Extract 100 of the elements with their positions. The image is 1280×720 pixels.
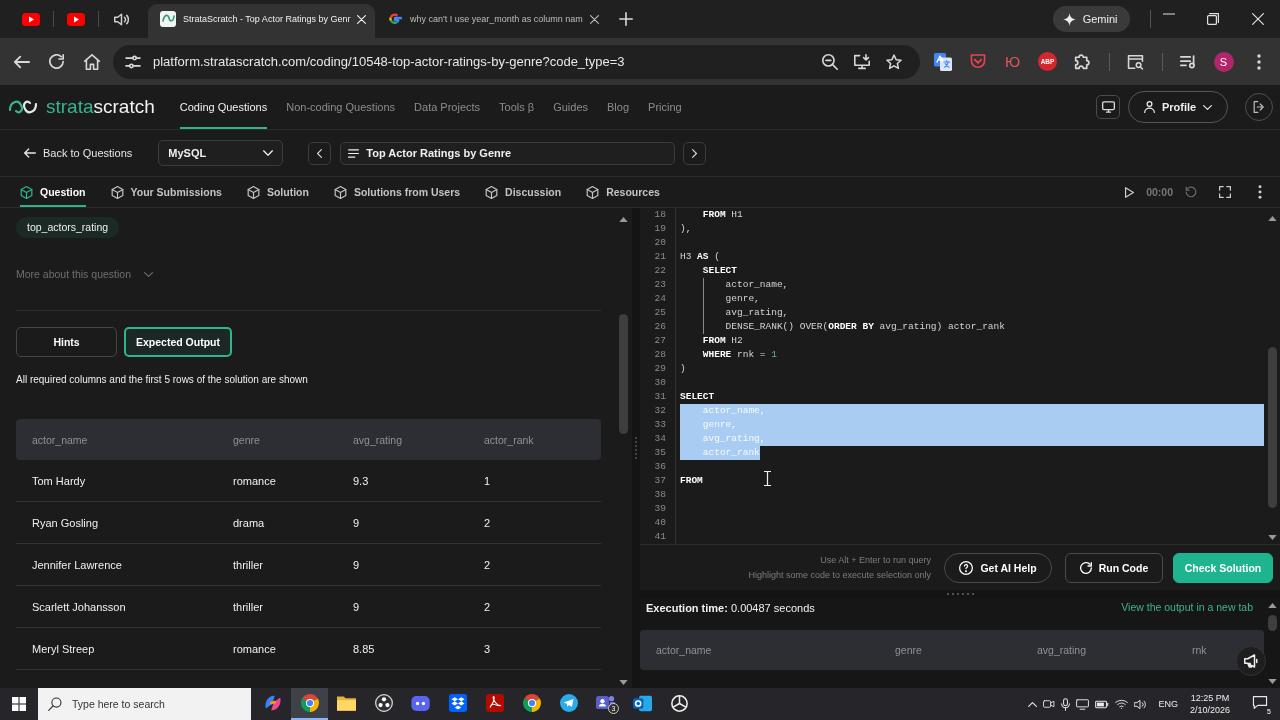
circle-spokes-icon[interactable] [671,694,688,712]
puzzle-icon[interactable] [1074,53,1091,70]
minimize-icon[interactable] [1162,13,1175,15]
code-line[interactable]: WHERE rnk = 1 [680,348,1264,362]
next-button[interactable] [683,141,707,165]
mail-icon[interactable] [633,694,652,712]
clock-time[interactable]: 12:25 PM [1190,692,1230,704]
more-about-toggle[interactable]: More about this question [16,266,153,282]
speaker-icon[interactable] [113,12,129,26]
code-line[interactable]: avg_rating, [680,306,1264,320]
more-icon[interactable] [1256,53,1261,70]
microphone-icon[interactable] [1061,697,1071,711]
code-line[interactable]: ) [680,362,1264,376]
home-icon[interactable] [83,53,100,70]
drag-handle-icon[interactable] [946,593,974,595]
diamond-box-icon[interactable] [448,694,467,712]
tab-search-icon[interactable] [1127,53,1144,70]
table-tag[interactable]: top_actors_rating [16,217,120,238]
scroll-down-icon[interactable] [618,680,628,685]
volume-icon[interactable] [1134,698,1147,710]
play-icon[interactable] [1125,186,1135,198]
drag-handle-icon[interactable] [635,437,637,459]
translate-icon[interactable] [933,52,952,71]
start-icon[interactable] [11,697,26,711]
browser-icon[interactable] [522,694,541,712]
plus-icon[interactable] [619,12,633,26]
url-text[interactable]: platform.stratascratch.com/coding/10548-top-actor-ratings-by-genre?code_type=3 [153,54,810,69]
code-line[interactable]: H3 AS ( [680,250,1264,264]
new-tab-link[interactable]: View the output in a new tab [1121,601,1253,613]
close-icon[interactable] [589,14,599,24]
output-toggle-button[interactable]: Expected Output [124,327,232,357]
logo-text[interactable]: stratascratch [46,96,155,118]
nav-link[interactable]: Guides [553,85,589,129]
code-line[interactable]: genre, [680,292,1264,306]
code-line[interactable]: FROM H2 [680,334,1264,348]
scrollbar-thumb[interactable] [618,314,628,434]
reset-icon[interactable] [1185,186,1197,198]
panel-tab[interactable]: Resources [586,177,660,207]
editor-action-button[interactable]: Run Code [1065,552,1163,583]
close-icon[interactable] [1251,13,1264,25]
restore-icon[interactable] [1207,13,1220,25]
panel-tab[interactable]: Your Submissions [110,177,222,207]
zoom-icon[interactable] [822,53,838,70]
pocket-icon[interactable] [969,54,986,69]
more-icon[interactable] [1258,185,1262,199]
browser-icon[interactable] [300,694,319,712]
monitor-icon[interactable] [1076,698,1090,710]
language-dropdown[interactable]: MySQL [158,140,284,166]
browser-tab[interactable]: StrataScratch - Top Actor Ratings by Genr [148,4,375,38]
media-control-icon[interactable] [1180,54,1197,69]
code-line[interactable]: FROM [680,474,1264,488]
profile-avatar[interactable]: S [1213,51,1234,72]
panel-tab[interactable]: Discussion [485,177,562,207]
swirl-icon[interactable] [263,694,282,712]
bookmark-star-icon[interactable] [886,53,902,70]
screen-button[interactable] [1096,95,1120,119]
gemini-button[interactable]: Gemini [1052,6,1130,32]
paper-plane-icon[interactable] [559,694,578,712]
back-link[interactable]: Back to Questions [24,147,133,159]
scroll-up-icon[interactable] [1267,603,1277,608]
team-icon[interactable] [596,695,615,711]
code-line[interactable]: ), [680,222,1264,236]
reload-icon[interactable] [49,54,64,69]
browser-tab[interactable]: why can't I use year_month as column nam [375,4,602,38]
code-line[interactable]: FROM H1 [680,208,1264,222]
question-selector[interactable]: Top Actor Ratings by Genre [340,141,676,165]
nav-link[interactable]: Tools β [499,85,535,129]
sliders-icon[interactable] [125,54,141,69]
video-play-icon[interactable] [22,12,40,26]
circle-dots-icon[interactable] [374,694,393,712]
previous-button[interactable] [308,141,332,165]
scrollbar-thumb[interactable] [1267,347,1277,508]
camera-icon[interactable] [1043,699,1056,709]
scroll-up-icon[interactable] [1267,216,1277,221]
wifi-icon[interactable] [1115,698,1129,710]
scroll-up-icon[interactable] [618,217,628,222]
code-line[interactable]: actor_name, [680,278,1264,292]
feedback-button[interactable] [1236,646,1266,676]
code-line[interactable]: DENSE_RANK() OVER(ORDER BY avg_rating) actor_rank [680,320,1264,334]
scroll-down-icon[interactable] [1267,535,1277,540]
video-play-icon[interactable] [67,12,85,26]
code-line[interactable]: SELECT [680,264,1264,278]
face-bubble-icon[interactable] [411,695,430,711]
output-toggle-button[interactable]: Hints [16,327,117,357]
nav-link[interactable]: Blog [607,85,630,129]
nav-link[interactable]: Data Projects [414,85,481,129]
panel-tab[interactable]: Question [20,177,86,207]
pdf-icon[interactable] [485,694,504,712]
monitor-download-icon[interactable] [854,53,870,70]
search-field[interactable]: Type here to search [38,688,251,720]
panel-tab[interactable]: Solution [246,177,309,207]
language-indicator[interactable]: ENG [1158,699,1178,709]
panel-tab[interactable]: Solutions from Users [333,177,461,207]
scrollbar-thumb[interactable] [1267,615,1277,631]
fullscreen-icon[interactable] [1219,186,1231,198]
nav-link[interactable]: Pricing [648,85,682,129]
address-bar[interactable]: platform.stratascratch.com/coding/10548-top-actor-ratings-by-genre?code_type=3 [113,44,920,79]
code-line[interactable]: SELECT [680,390,1264,404]
folder-icon[interactable] [337,695,356,711]
scroll-down-icon[interactable] [1267,679,1277,684]
